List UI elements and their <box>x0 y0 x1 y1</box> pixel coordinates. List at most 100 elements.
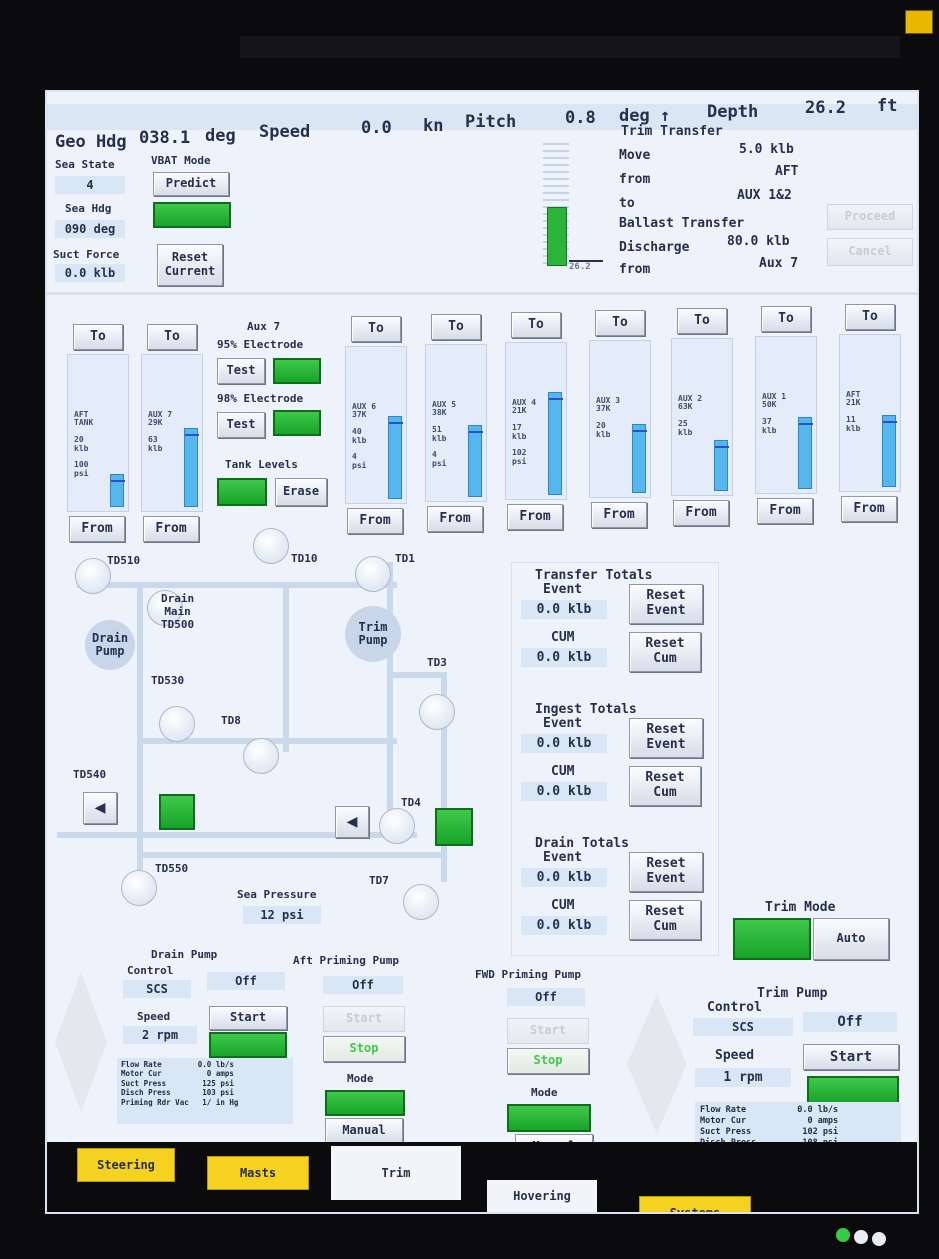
trim-pump-speed-label: Speed <box>715 1048 755 1063</box>
valve-td7[interactable] <box>403 884 439 920</box>
td550-label: TD550 <box>155 862 189 875</box>
aft-priming-mode-indicator[interactable] <box>325 1090 405 1116</box>
td4-indicator[interactable] <box>435 808 473 846</box>
tank-from-button[interactable]: From <box>347 508 403 534</box>
drain-pump-control-label: Control <box>127 964 174 977</box>
tank-gauge: AUX 7 29K 63 klb <box>141 354 203 512</box>
tank-from-button[interactable]: From <box>757 498 813 524</box>
aft-priming-stop-button[interactable]: Stop <box>323 1036 405 1062</box>
tab-systems[interactable]: Systems <box>639 1196 751 1212</box>
drain-cum-label: CUM <box>551 898 575 913</box>
status-led-green <box>836 1228 850 1242</box>
trim-pump-start-button[interactable]: Start <box>803 1044 899 1070</box>
tank-from-button[interactable]: From <box>507 504 563 530</box>
aux7-title: Aux 7 <box>247 320 281 333</box>
tank-from-button[interactable]: From <box>69 516 125 542</box>
predict-button[interactable]: Predict <box>153 172 229 196</box>
drain-pump-symbol[interactable]: Drain Pump <box>85 620 135 670</box>
electrode-98-test-button[interactable]: Test <box>217 412 265 438</box>
tab-trim[interactable]: Trim <box>331 1146 461 1200</box>
to-value: AUX 1&2 <box>737 188 792 203</box>
valve-td10[interactable] <box>253 528 289 564</box>
cancel-button[interactable]: Cancel <box>827 238 913 266</box>
aft-priming-start-button[interactable]: Start <box>323 1006 405 1032</box>
tab-steering[interactable]: Steering <box>77 1148 175 1182</box>
fwd-priming-start-button[interactable]: Start <box>507 1018 589 1044</box>
electrode-95-indicator[interactable] <box>273 358 321 384</box>
depth-gauge-fill <box>547 207 567 266</box>
valve-td510[interactable] <box>75 558 111 594</box>
trim-mode-auto-button[interactable]: Auto <box>813 918 889 960</box>
tank-to-button[interactable]: To <box>351 316 401 342</box>
transfer-totals-title: Transfer Totals <box>535 568 653 583</box>
tank-from-button[interactable]: From <box>673 500 729 526</box>
tank-level-marker <box>549 398 563 400</box>
td4-left-arrow-button[interactable]: ◀ <box>335 806 369 838</box>
aft-priming-mode-label: Mode <box>347 1072 374 1085</box>
proceed-button[interactable]: Proceed <box>827 204 913 230</box>
tank-gauge-label: AUX 6 37K 40 klb 4 psi <box>352 402 377 470</box>
valve-td550[interactable] <box>121 870 157 906</box>
depth-label: Depth <box>707 102 759 122</box>
td540-left-arrow-button[interactable]: ◀ <box>83 792 117 824</box>
valve-td1[interactable] <box>355 556 391 592</box>
tank-gauge-label: AFT TANK 20 klb 100 psi <box>74 410 94 478</box>
electrode-95-test-button[interactable]: Test <box>217 358 265 384</box>
valve-td3[interactable] <box>419 694 455 730</box>
drain-pump-run-indicator[interactable] <box>209 1032 287 1058</box>
trim-mode-manual-indicator[interactable] <box>733 918 811 960</box>
valve-td4[interactable] <box>379 808 415 844</box>
tank-from-button[interactable]: From <box>591 502 647 528</box>
tank-to-button[interactable]: To <box>511 312 561 338</box>
drain-pump-start-button[interactable]: Start <box>209 1006 287 1030</box>
tank-to-button[interactable]: To <box>845 304 895 330</box>
tank-to-button[interactable]: To <box>147 324 197 350</box>
tank-to-button[interactable]: To <box>73 324 123 350</box>
drain-reset-cum-button[interactable]: Reset Cum <box>629 900 701 940</box>
drain-pump-up-arrow[interactable] <box>55 972 107 1042</box>
tank-from-button[interactable]: From <box>427 506 483 532</box>
electrode-98-indicator[interactable] <box>273 410 321 436</box>
erase-button[interactable]: Erase <box>275 478 327 506</box>
ingest-reset-event-button[interactable]: Reset Event <box>629 718 703 758</box>
ingest-event-label: Event <box>543 716 583 731</box>
td7-label: TD7 <box>369 874 389 887</box>
speed-value: 0.0 <box>361 118 392 138</box>
transfer-reset-event-button[interactable]: Reset Event <box>629 584 703 624</box>
tank-to-button[interactable]: To <box>595 310 645 336</box>
aft-priming-manual-button[interactable]: Manual <box>325 1118 403 1144</box>
reset-current-button[interactable]: Reset Current <box>157 244 223 286</box>
transfer-cum-label: CUM <box>551 630 575 645</box>
td540-indicator[interactable] <box>159 794 195 830</box>
tank-gauge: AUX 5 38K 51 klb 4 psi <box>425 344 487 502</box>
trim-pump-symbol[interactable]: Trim Pump <box>345 606 401 662</box>
tank-from-button[interactable]: From <box>841 496 897 522</box>
trim-pump-up-arrow[interactable] <box>627 994 687 1064</box>
drain-pump-down-arrow[interactable] <box>55 1042 107 1112</box>
tab-hovering[interactable]: Hovering <box>487 1180 597 1212</box>
tank-level-bar <box>548 392 562 495</box>
tank-to-button[interactable]: To <box>677 308 727 334</box>
drain-totals-title: Drain Totals <box>535 836 629 851</box>
valve-td8[interactable] <box>243 738 279 774</box>
tank-to-button[interactable]: To <box>761 306 811 332</box>
fwd-priming-mode-indicator[interactable] <box>507 1104 591 1132</box>
vbat-mode-indicator[interactable] <box>153 202 231 228</box>
ingest-reset-cum-button[interactable]: Reset Cum <box>629 766 701 806</box>
tab-masts[interactable]: Masts <box>207 1156 309 1190</box>
trim-pump-run-indicator[interactable] <box>807 1076 899 1104</box>
tank-levels-indicator[interactable] <box>217 478 267 506</box>
tank-gauge: AUX 6 37K 40 klb 4 psi <box>345 346 407 504</box>
transfer-reset-cum-button[interactable]: Reset Cum <box>629 632 701 672</box>
drain-reset-event-button[interactable]: Reset Event <box>629 852 703 892</box>
tank-gauge: AUX 1 50K 37 klb <box>755 336 817 494</box>
trim-pump-down-arrow[interactable] <box>627 1064 687 1134</box>
ingest-cum-value: 0.0 klb <box>521 782 607 801</box>
status-led-white-2 <box>872 1232 886 1246</box>
from2-label: from <box>619 262 651 277</box>
tank-to-button[interactable]: To <box>431 314 481 340</box>
fwd-priming-stop-button[interactable]: Stop <box>507 1048 589 1074</box>
valve-td530[interactable] <box>159 706 195 742</box>
status-led-white-1 <box>854 1230 868 1244</box>
tank-from-button[interactable]: From <box>143 516 199 542</box>
